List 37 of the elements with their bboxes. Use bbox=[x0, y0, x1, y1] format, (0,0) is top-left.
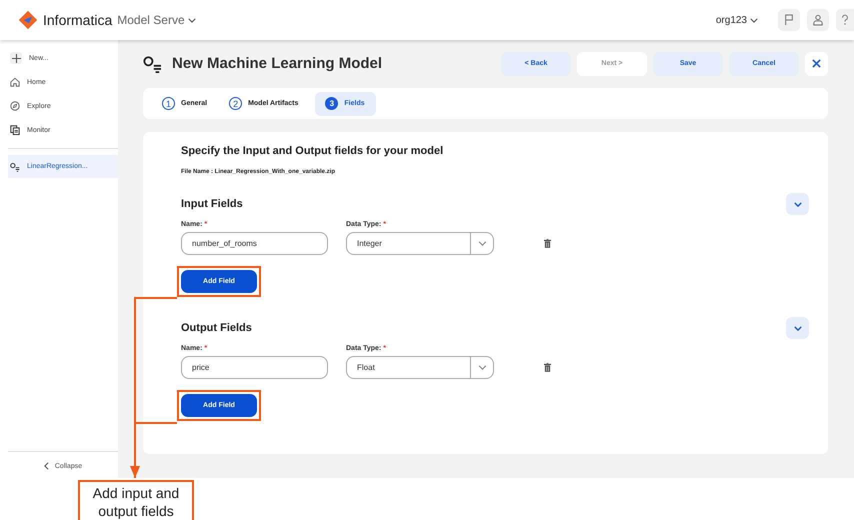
expand-button[interactable] bbox=[786, 193, 809, 215]
product-menu[interactable]: Model Serve bbox=[117, 13, 196, 27]
help-button[interactable] bbox=[836, 9, 854, 31]
org-menu[interactable]: org123 bbox=[716, 14, 758, 26]
help-icon bbox=[841, 14, 849, 26]
data-type-dropdown[interactable]: Float bbox=[346, 356, 494, 379]
model-icon bbox=[10, 162, 20, 172]
chevron-left-icon bbox=[44, 462, 49, 470]
logo-icon bbox=[18, 10, 38, 30]
flag-button[interactable] bbox=[778, 9, 800, 31]
user-button[interactable] bbox=[807, 9, 829, 31]
close-button[interactable] bbox=[805, 52, 828, 76]
chevron-down-icon bbox=[750, 18, 758, 22]
chevron-down-icon bbox=[794, 326, 802, 330]
chevron-down-icon bbox=[478, 241, 486, 246]
section-title: Output Fields bbox=[181, 322, 252, 334]
card-heading: Specify the Input and Output fields for your model bbox=[181, 145, 444, 157]
chevron-down-icon bbox=[478, 365, 486, 370]
trash-icon[interactable] bbox=[544, 239, 551, 248]
compass-icon bbox=[10, 101, 20, 111]
chevron-down-icon bbox=[188, 18, 196, 22]
section-title: Input Fields bbox=[181, 198, 243, 210]
home-icon bbox=[10, 77, 20, 87]
model-icon bbox=[143, 54, 161, 72]
name-field[interactable]: number_of_rooms bbox=[181, 232, 328, 255]
trash-icon[interactable] bbox=[544, 363, 551, 372]
brand-name: Informatica bbox=[43, 12, 112, 28]
plus-icon bbox=[12, 54, 20, 62]
close-icon bbox=[812, 59, 821, 68]
chevron-down-icon bbox=[794, 202, 802, 206]
page-title: New Machine Learning Model bbox=[172, 55, 382, 72]
flag-icon bbox=[784, 14, 794, 26]
name-field[interactable]: price bbox=[181, 356, 328, 379]
expand-button[interactable] bbox=[786, 317, 809, 339]
callout-note: Add input and output fields bbox=[78, 480, 194, 520]
data-type-dropdown[interactable]: Integer bbox=[346, 232, 494, 255]
user-icon bbox=[813, 14, 823, 26]
